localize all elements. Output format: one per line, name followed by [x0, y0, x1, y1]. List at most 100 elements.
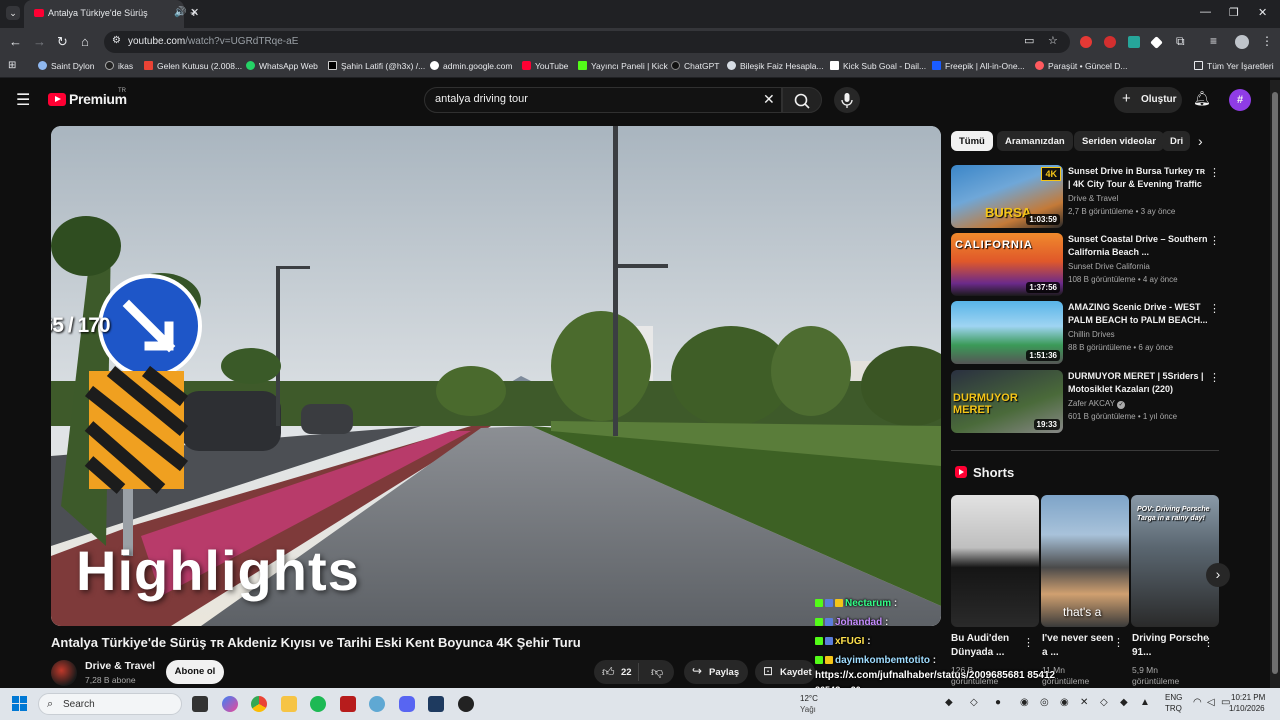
task-view-icon[interactable] [192, 696, 208, 712]
terminal-icon[interactable] [428, 696, 444, 712]
recommended-video[interactable]: 1:51:36 AMAZING Scenic Drive - WEST PALM… [951, 301, 1221, 365]
more-options-icon[interactable]: ⋮ [1203, 636, 1214, 649]
bookmark-item[interactable]: ikas [105, 61, 133, 71]
apps-grid-icon[interactable]: ⊞ [8, 60, 16, 71]
chip-driving[interactable]: Dri [1162, 131, 1190, 151]
search-input[interactable] [435, 93, 755, 105]
tray-app-icon[interactable]: ◉ [1060, 697, 1069, 708]
tray-app-icon[interactable]: ● [995, 697, 1001, 708]
short-thumbnail[interactable]: that's a [1041, 495, 1129, 627]
restore-icon[interactable]: ❐ [1229, 6, 1239, 19]
cast-icon[interactable]: ▭ [1024, 34, 1034, 47]
bookmark-item[interactable]: Bileşik Faiz Hesapla... [727, 61, 824, 71]
bookmark-item[interactable]: Gelen Kutusu (2.008... [144, 61, 242, 71]
tray-app-icon[interactable]: ◎ [1040, 697, 1049, 708]
hamburger-menu-icon[interactable]: ☰ [16, 90, 30, 110]
tray-app-icon[interactable]: ◇ [970, 697, 978, 708]
audio-playing-icon[interactable]: 🔊 [174, 7, 186, 18]
short-title[interactable]: I've never seen a ... [1042, 632, 1120, 660]
more-options-icon[interactable]: ⋮ [1113, 636, 1124, 649]
clear-search-icon[interactable]: ✕ [763, 91, 775, 108]
voice-search-button[interactable] [834, 87, 860, 113]
forward-icon[interactable]: → [33, 34, 46, 49]
bookmark-star-icon[interactable]: ☆ [1048, 34, 1058, 47]
chevron-right-icon[interactable]: › [1198, 133, 1203, 149]
create-button[interactable]: + Oluştur [1114, 87, 1182, 113]
bookmark-item[interactable]: Yayıncı Paneli | Kick [578, 61, 668, 71]
scrollbar-thumb[interactable] [1272, 92, 1278, 674]
short-title[interactable]: Bu Audi'den Dünyada ... [951, 632, 1029, 660]
weather-temp[interactable]: 12°C [800, 694, 818, 703]
input-language[interactable]: ENG [1165, 693, 1182, 702]
tray-app-icon[interactable]: ◆ [1120, 697, 1128, 708]
wifi-icon[interactable]: ◠ [1193, 697, 1202, 708]
reload-icon[interactable]: ↻ [57, 34, 68, 50]
save-button[interactable]: ⊡ Kaydet [755, 660, 815, 684]
video-player[interactable]: 165 / 170 Highlights [51, 126, 941, 626]
bookmark-item[interactable]: Saint Dylon [38, 61, 94, 71]
notifications-bell-icon[interactable]: 🔔︎ [1193, 90, 1211, 107]
more-options-icon[interactable]: ⋮ [1209, 302, 1220, 315]
extension-icon[interactable] [1104, 36, 1116, 48]
volume-icon[interactable]: ◁ [1207, 697, 1215, 708]
tray-app-icon[interactable]: ◆ [945, 697, 953, 708]
bookmark-item[interactable]: Kick Sub Goal - Dail... [830, 61, 926, 71]
tab-search-icon[interactable]: ⌄ [6, 6, 20, 20]
extension-icon[interactable] [1080, 36, 1092, 48]
profile-avatar[interactable] [1235, 35, 1249, 49]
video-thumbnail[interactable]: 1:51:36 [951, 301, 1063, 364]
page-scrollbar[interactable] [1270, 80, 1280, 688]
tray-app-icon[interactable]: ▲ [1140, 697, 1150, 708]
channel-avatar[interactable] [51, 660, 77, 686]
shorts-next-button[interactable]: › [1206, 563, 1230, 587]
youtube-logo-icon[interactable] [48, 93, 66, 106]
more-options-icon[interactable]: ⋮ [1209, 166, 1220, 179]
like-icon[interactable]: 👍︎ [602, 665, 615, 680]
recommended-video[interactable]: DURMUYOR MERET 19:33 DURMUYOR MERET | 5S… [951, 370, 1221, 434]
reading-list-icon[interactable]: ≡ [1210, 34, 1217, 48]
spotify-icon[interactable] [310, 696, 326, 712]
channel-name[interactable]: Chillin Drives [1068, 330, 1115, 339]
dislike-icon[interactable]: 👎︎ [651, 665, 663, 680]
channel-name[interactable]: Drive & Travel [1068, 194, 1118, 203]
tray-app-icon[interactable]: ◉ [1020, 697, 1029, 708]
app-icon[interactable] [340, 696, 356, 712]
short-thumbnail[interactable] [951, 495, 1039, 627]
clock-time[interactable]: 10:21 PM [1231, 693, 1265, 702]
file-explorer-icon[interactable] [281, 696, 297, 712]
video-thumbnail[interactable]: BURSA 4K 1:03:59 [951, 165, 1063, 228]
more-options-icon[interactable]: ⋮ [1209, 371, 1220, 384]
extension-icon[interactable] [1128, 36, 1140, 48]
new-tab-icon[interactable]: + [190, 5, 198, 20]
chip-all[interactable]: Tümü [951, 131, 993, 151]
tray-app-icon[interactable]: ◇ [1100, 697, 1108, 708]
minimize-icon[interactable]: — [1200, 6, 1211, 18]
window-close-icon[interactable]: ✕ [1258, 6, 1267, 19]
bookmark-item[interactable]: Şahin Latifi (@h3x) /... [328, 61, 425, 71]
chrome-menu-icon[interactable]: ⋮ [1261, 34, 1273, 48]
obs-icon[interactable] [458, 696, 474, 712]
search-button[interactable] [782, 87, 822, 113]
site-info-icon[interactable]: ⚙ [112, 35, 121, 46]
bookmark-item[interactable]: admin.google.com [430, 61, 512, 71]
back-icon[interactable]: ← [9, 34, 22, 49]
tab-active[interactable]: Antalya Türkiye'de Sürüş ᴛʀ 🔊 ✕ [24, 0, 199, 28]
extensions-puzzle-icon[interactable]: ⧉ [1176, 34, 1185, 49]
discord-icon[interactable] [399, 696, 415, 712]
more-options-icon[interactable]: ⋮ [1209, 234, 1220, 247]
bookmark-item[interactable]: WhatsApp Web [246, 61, 318, 71]
tray-app-icon[interactable]: ✕ [1080, 697, 1088, 708]
address-bar[interactable]: ⚙ youtube.com/watch?v=UGRdTRqe-aE ▭ ☆ [104, 31, 1070, 53]
channel-name[interactable]: Drive & Travel [85, 660, 155, 672]
channel-name[interactable]: Sunset Drive California [1068, 262, 1150, 271]
video-title[interactable]: DURMUYOR MERET | 5Sriders | Motosiklet K… [1068, 370, 1208, 396]
video-title[interactable]: AMAZING Scenic Drive - WEST PALM BEACH t… [1068, 301, 1208, 327]
copilot-icon[interactable] [222, 696, 238, 712]
account-avatar[interactable]: # [1229, 89, 1251, 111]
video-thumbnail[interactable]: CALIFORNIA 1:37:56 [951, 233, 1063, 296]
more-options-icon[interactable]: ⋮ [1023, 636, 1034, 649]
channel-name[interactable]: Zafer AKCAY ✓ [1068, 399, 1126, 409]
taskbar-search[interactable]: ⌕ Search [38, 693, 182, 715]
home-icon[interactable]: ⌂ [81, 34, 89, 49]
windows-start-icon[interactable] [12, 696, 28, 712]
